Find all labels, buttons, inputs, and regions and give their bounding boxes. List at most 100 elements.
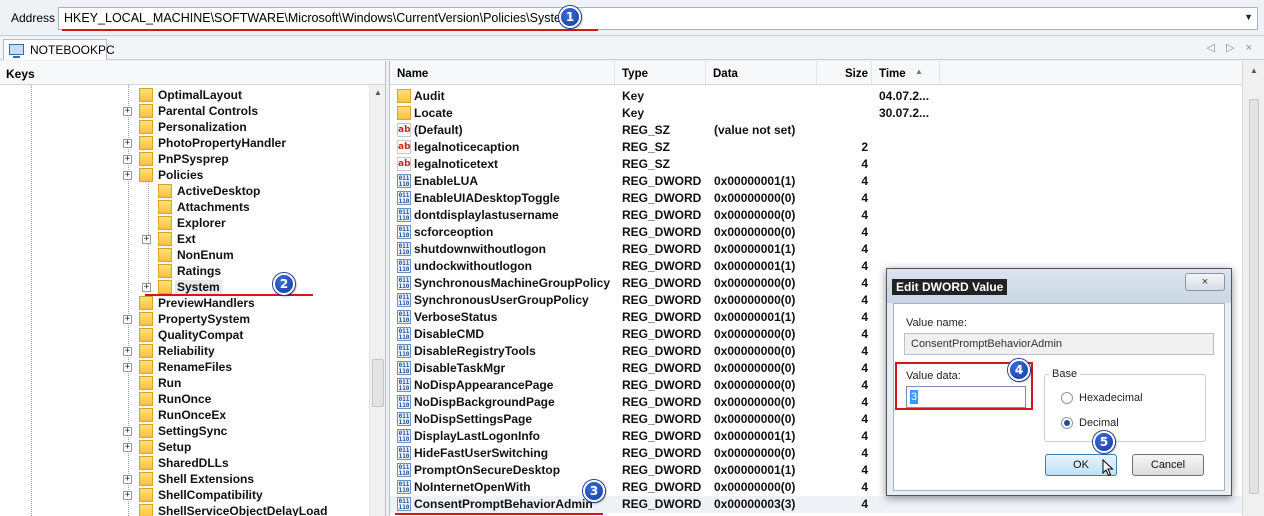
cell-type: REG_DWORD [622, 446, 702, 460]
cell-name: shutdownwithoutlogon [414, 242, 546, 256]
expand-icon[interactable]: + [123, 427, 132, 436]
column-header-type[interactable]: Type [615, 61, 706, 85]
binary-value-icon: 011 110 [397, 344, 411, 358]
cell-data: 0x00000000(0) [714, 344, 796, 358]
cell-name: Audit [414, 89, 445, 103]
cell-type: Key [622, 106, 645, 120]
expand-icon[interactable]: + [123, 139, 132, 148]
base-label: Base [1049, 368, 1081, 380]
tree-scroll-thumb[interactable] [372, 359, 384, 407]
scroll-up-icon[interactable]: ▲ [1243, 63, 1264, 79]
column-header-name[interactable]: Name [390, 61, 615, 85]
cell-size: 4 [861, 157, 868, 171]
tree-node-label: Explorer [177, 216, 226, 230]
annotation-badge-2: 2 [273, 273, 295, 295]
table-row[interactable]: ab (Default) REG_SZ (value not set) [390, 122, 1242, 139]
tree-scrollbar[interactable]: ▲ [369, 85, 385, 516]
folder-icon [139, 120, 153, 134]
table-row[interactable]: Locate Key 30.07.2... [390, 105, 1242, 122]
table-row[interactable]: 011 110 ConsentPromptBehaviorAdmin REG_DWOR… [390, 496, 1242, 513]
folder-icon [158, 280, 172, 294]
binary-value-icon: 011 110 [397, 174, 411, 188]
tab-notebookpc[interactable]: NOTEBOOKPC [3, 39, 115, 60]
tree-node-label: QualityCompat [158, 328, 244, 342]
tab-navigation-icons[interactable]: ◁ ▷ × [1207, 41, 1256, 54]
table-row[interactable]: 011 110 dontdisplaylastusername REG_DWORD 0x… [390, 207, 1242, 224]
values-scrollbar[interactable]: ▲ [1242, 61, 1264, 516]
table-row[interactable]: ab legalnoticecaption REG_SZ 2 [390, 139, 1242, 156]
address-input[interactable]: HKEY_LOCAL_MACHINE\SOFTWARE\Microsoft\Wi… [58, 7, 1258, 30]
cell-data: (value not set) [714, 123, 796, 137]
expand-icon[interactable]: + [123, 443, 132, 452]
cell-name: undockwithoutlogon [414, 259, 532, 273]
tree-node-label: RunOnce [158, 392, 212, 406]
folder-icon [158, 248, 172, 262]
binary-value-icon: 011 110 [397, 327, 411, 341]
folder-icon [139, 360, 153, 374]
chevron-down-icon[interactable]: ▼ [1244, 12, 1253, 22]
expand-icon[interactable]: + [123, 171, 132, 180]
base-groupbox: Base Hexadecimal Decimal [1044, 368, 1206, 442]
expand-icon[interactable]: + [142, 283, 151, 292]
cell-type: REG_DWORD [622, 293, 702, 307]
cell-data: 0x00000000(0) [714, 327, 796, 341]
expand-icon[interactable]: + [123, 347, 132, 356]
cell-name: SynchronousMachineGroupPolicy [414, 276, 611, 290]
table-row[interactable]: 011 110 scforceoption REG_DWORD 0x00000000(0… [390, 224, 1242, 241]
expand-icon[interactable]: + [123, 363, 132, 372]
table-row[interactable]: 011 110 EnableUIADesktopToggle REG_DWORD 0x0… [390, 190, 1242, 207]
tree-node-label: Policies [158, 168, 204, 182]
expand-icon[interactable]: + [123, 107, 132, 116]
binary-value-icon: 011 110 [397, 361, 411, 375]
decimal-label[interactable]: Decimal [1079, 417, 1119, 429]
column-header-size[interactable]: Size [817, 61, 872, 85]
expand-icon[interactable]: + [142, 235, 151, 244]
cell-size: 4 [861, 480, 868, 494]
tree-node-label: SettingSync [158, 424, 228, 438]
address-label: Address [11, 11, 56, 25]
value-name-label: Value name: [906, 317, 967, 329]
cell-size: 4 [861, 327, 868, 341]
cancel-button[interactable]: Cancel [1132, 454, 1204, 476]
scroll-up-icon[interactable]: ▲ [370, 85, 385, 101]
cell-size: 4 [861, 378, 868, 392]
cell-size: 4 [861, 310, 868, 324]
cell-data: 0x00000003(3) [714, 497, 796, 511]
cell-size: 4 [861, 242, 868, 256]
cell-size: 4 [861, 446, 868, 460]
cell-type: REG_DWORD [622, 327, 702, 341]
expand-icon[interactable]: + [123, 315, 132, 324]
table-row[interactable]: 011 110 shutdownwithoutlogon REG_DWORD 0x000… [390, 241, 1242, 258]
binary-value-icon: 011 110 [397, 497, 411, 511]
folder-icon [139, 104, 153, 118]
tree-node-label: Run [158, 376, 182, 390]
tree-node-label: SharedDLLs [158, 456, 229, 470]
values-scroll-thumb[interactable] [1249, 99, 1259, 494]
expand-icon[interactable]: + [123, 475, 132, 484]
column-header-time[interactable]: Time ▲ [872, 61, 940, 85]
cell-name: legalnoticecaption [414, 140, 520, 154]
binary-value-icon: 011 110 [397, 259, 411, 273]
tree-node-label: OptimalLayout [158, 88, 243, 102]
dialog-title-bar[interactable]: Edit DWORD Value × [887, 269, 1231, 303]
hexadecimal-label[interactable]: Hexadecimal [1079, 392, 1143, 404]
table-row[interactable]: Audit Key 04.07.2... [390, 88, 1242, 105]
expand-icon[interactable]: + [123, 155, 132, 164]
cell-name: DisplayLastLogonInfo [414, 429, 540, 443]
close-button[interactable]: × [1185, 273, 1225, 291]
cell-name: DisableCMD [414, 327, 485, 341]
hexadecimal-radio[interactable] [1061, 392, 1073, 404]
column-header-data[interactable]: Data [706, 61, 817, 85]
annotation-underline-address [62, 29, 598, 31]
table-row[interactable]: 011 110 EnableLUA REG_DWORD 0x00000001(1) 4 [390, 173, 1242, 190]
table-row[interactable]: ab legalnoticetext REG_SZ 4 [390, 156, 1242, 173]
folder-icon [158, 200, 172, 214]
keys-tree-pane: Keys OptimalLayout Parental Controls + Pers… [0, 61, 386, 516]
folder-icon [139, 312, 153, 326]
folder-icon [139, 440, 153, 454]
tree-node-label: System [175, 280, 222, 294]
expand-icon[interactable]: + [123, 491, 132, 500]
tree-node-label: PnPSysprep [158, 152, 229, 166]
address-path: HKEY_LOCAL_MACHINE\SOFTWARE\Microsoft\Wi… [64, 11, 572, 25]
decimal-radio[interactable] [1061, 417, 1073, 429]
